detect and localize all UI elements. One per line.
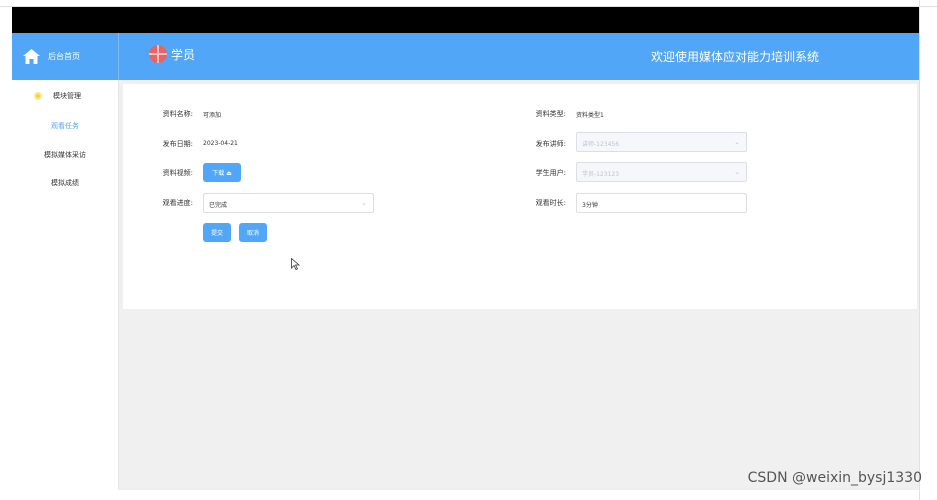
sun-icon [34, 92, 42, 100]
lecturer-select[interactable]: 讲师-123456 ⌄ [576, 132, 747, 152]
header-divider [118, 33, 119, 80]
chevron-down-icon: ⌄ [734, 138, 740, 146]
publish-date-value: 2023-04-21 [203, 140, 238, 147]
home-icon [23, 49, 40, 64]
submit-button[interactable]: 提交 [203, 223, 231, 242]
watermark-text: CSDN @weixin_bysj1330 [747, 470, 922, 486]
duration-label: 观看时长: [535, 199, 566, 207]
sidebar-item-mock-interview[interactable]: 模拟媒体采访 [12, 150, 118, 160]
student-select[interactable]: 学员-123123 ⌄ [576, 162, 747, 182]
sidebar-item-watch-tasks[interactable]: 观看任务 [12, 121, 118, 131]
video-label: 资料视频: [162, 169, 193, 177]
window-top-edge [0, 0, 937, 7]
material-type-value: 资料类型1 [576, 112, 604, 119]
material-name-label: 资料名称: [162, 110, 193, 118]
avatar-icon [149, 45, 167, 63]
chevron-down-icon: ⌄ [734, 168, 740, 176]
home-link[interactable]: 后台首页 [12, 33, 118, 80]
sidebar-group-label: 模块管理 [53, 92, 81, 100]
lecturer-label: 发布讲师: [535, 140, 566, 148]
user-role: 学员 [149, 45, 195, 63]
cancel-button[interactable]: 取消 [239, 223, 267, 242]
material-name-value: 可添加 [203, 112, 222, 119]
duration-value: 3分钟 [582, 202, 598, 209]
black-top-bar [12, 7, 919, 33]
window-right-edge [919, 0, 920, 500]
student-value: 学员-123123 [582, 171, 620, 178]
download-button[interactable]: 下载 ⏏ [203, 163, 241, 182]
progress-select[interactable]: 已完成 ⌄ [203, 193, 374, 213]
lecturer-value: 讲师-123456 [582, 141, 620, 148]
material-type-label: 资料类型: [535, 110, 566, 118]
home-label: 后台首页 [48, 52, 80, 61]
student-label: 学生用户: [535, 169, 566, 177]
app-header: 后台首页 学员 欢迎使用媒体应对能力培训系统 [12, 33, 919, 80]
welcome-title: 欢迎使用媒体应对能力培训系统 [650, 50, 819, 64]
role-label: 学员 [171, 47, 196, 62]
progress-label: 观看进度: [162, 199, 193, 207]
sidebar-item-mock-scores[interactable]: 模拟成绩 [12, 178, 118, 188]
progress-value: 已完成 [209, 202, 228, 209]
mouse-cursor-icon [291, 258, 300, 270]
chevron-down-icon: ⌄ [361, 199, 367, 207]
sidebar-group-module-management[interactable]: 模块管理 [34, 91, 81, 101]
publish-date-label: 发布日期: [162, 140, 193, 148]
sidebar: 模块管理 观看任务 模拟媒体采访 模拟成绩 [12, 80, 119, 490]
duration-input[interactable]: 3分钟 [576, 193, 747, 213]
